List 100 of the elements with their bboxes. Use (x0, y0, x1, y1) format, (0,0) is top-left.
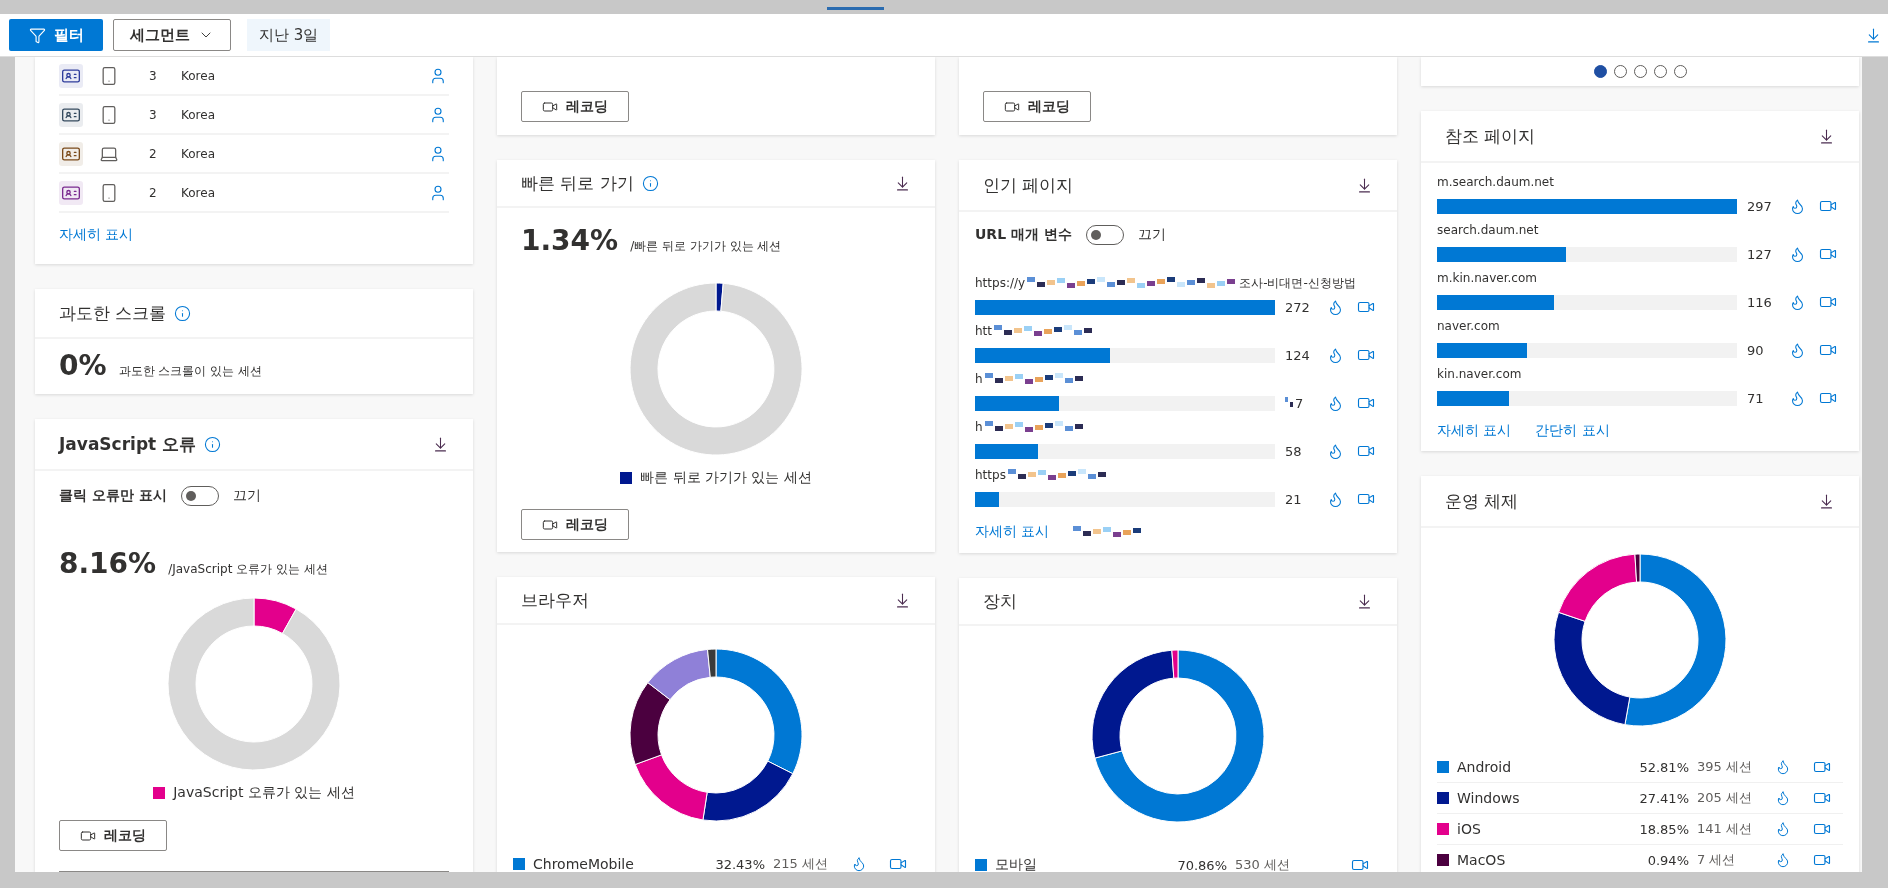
session-count: 3 (149, 107, 158, 122)
toggle-switch[interactable] (180, 486, 219, 506)
share-value: 18.85% (1638, 821, 1689, 837)
referrer-name: naver.com (1437, 319, 1500, 333)
flame-icon[interactable] (1789, 389, 1806, 407)
carousel-dot[interactable] (1613, 65, 1627, 78)
card-title: 브라우저 (521, 588, 589, 612)
share-value: 52.81% (1638, 759, 1689, 775)
flame-icon[interactable] (1775, 852, 1791, 868)
visit-count: 71 (1747, 390, 1764, 406)
legend-label: 모바일 (995, 856, 1038, 872)
person-icon[interactable] (429, 66, 447, 85)
info-icon[interactable] (641, 174, 659, 192)
flame-icon[interactable] (1775, 759, 1791, 775)
flame-icon[interactable] (1789, 245, 1806, 263)
visit-count: 21 (1285, 491, 1302, 507)
download-icon[interactable] (432, 435, 449, 453)
flame-icon[interactable] (851, 856, 867, 872)
legend-label: JavaScript 오류가 있는 세션 (173, 784, 355, 802)
carousel-dot[interactable] (1593, 65, 1607, 78)
recording-button[interactable]: 레코딩 (521, 91, 629, 122)
info-icon[interactable] (174, 304, 192, 322)
person-icon[interactable] (429, 105, 447, 124)
flame-icon[interactable] (1789, 197, 1806, 215)
flame-icon[interactable] (1789, 341, 1806, 359)
toggle-switch[interactable] (1085, 225, 1124, 245)
session-count: 2 (149, 146, 158, 161)
session-count: 215 세션 (773, 855, 829, 872)
country: Korea (181, 68, 217, 83)
flame-icon[interactable] (1327, 394, 1344, 412)
visit-count: 297 (1747, 198, 1772, 214)
session-count: 3 (149, 68, 158, 83)
flame-icon[interactable] (1327, 298, 1344, 316)
session-count: 205 세션 (1697, 789, 1753, 807)
metric-value: 0% (59, 349, 107, 382)
carousel-dot[interactable] (1653, 65, 1667, 78)
metric-value: 1.34% (521, 224, 619, 257)
recording-button[interactable]: 레코딩 (59, 820, 167, 851)
show-more-link[interactable]: 자세히 표시 (975, 523, 1050, 541)
download-icon[interactable] (1356, 176, 1373, 194)
card-title: 참조 페이지 (1445, 124, 1536, 148)
show-more-link[interactable]: 자세히 표시 (1437, 422, 1512, 440)
toggle-state: 끄기 (232, 487, 261, 505)
legend-label: iOS (1457, 821, 1482, 837)
country: Korea (181, 107, 217, 122)
visit-count: 90 (1747, 342, 1764, 358)
flame-icon[interactable] (1775, 821, 1791, 837)
page-url: 조사-비대면-신청방법 (1239, 274, 1356, 292)
flame-icon[interactable] (1327, 346, 1344, 364)
flame-icon[interactable] (1327, 490, 1344, 508)
page-url: https (975, 468, 1006, 482)
flame-icon[interactable] (1789, 293, 1806, 311)
legend-label: MacOS (1457, 852, 1507, 868)
download-icon[interactable] (1356, 592, 1373, 610)
country: Korea (181, 185, 217, 200)
referrer-name: m.kin.naver.com (1437, 271, 1537, 285)
scroll-indicator (827, 7, 884, 10)
legend-label: ChromeMobile (533, 856, 635, 872)
recording-button[interactable]: 레코딩 (983, 91, 1091, 122)
legend-label: 빠른 뒤로 가기가 있는 세션 (640, 469, 812, 487)
carousel-dot[interactable] (1673, 65, 1687, 78)
card-title: 장치 (983, 589, 1017, 613)
download-icon[interactable] (894, 591, 911, 609)
download-icon[interactable] (1818, 127, 1835, 145)
session-count: 530 세션 (1235, 856, 1291, 872)
share-value: 0.94% (1646, 852, 1689, 868)
session-count: 141 세션 (1697, 820, 1753, 838)
metric-caption: /JavaScript 오류가 있는 세션 (168, 561, 328, 578)
visit-count: 116 (1747, 294, 1772, 310)
referrer-name: m.search.daum.net (1437, 175, 1554, 189)
share-value: 32.43% (714, 856, 765, 872)
download-icon[interactable] (1818, 492, 1835, 510)
person-icon[interactable] (429, 144, 447, 163)
referrer-name: search.daum.net (1437, 223, 1539, 237)
filter-button[interactable]: 필터 (9, 19, 103, 51)
flame-icon[interactable] (1775, 790, 1791, 806)
card-title: 과도한 스크롤 (59, 301, 167, 325)
person-icon[interactable] (429, 183, 447, 202)
segment-dropdown[interactable]: 세그먼트 (113, 19, 231, 51)
country: Korea (181, 146, 217, 161)
info-icon[interactable] (204, 435, 222, 453)
session-count: 2 (149, 185, 158, 200)
card-title: 인기 페이지 (983, 173, 1074, 197)
visit-count: 127 (1747, 246, 1772, 262)
session-count: 7 세션 (1697, 851, 1737, 869)
date-range-chip[interactable]: 지난 3일 (247, 19, 331, 51)
visit-count: 124 (1285, 347, 1310, 363)
show-more-link[interactable]: 자세히 표시 (59, 226, 134, 244)
referrer-name: kin.naver.com (1437, 367, 1522, 381)
card-title: 운영 체제 (1445, 489, 1519, 513)
filter-icon (28, 26, 46, 44)
page-url: https://y (975, 276, 1026, 290)
download-icon[interactable] (894, 174, 911, 192)
show-more-link[interactable]: 간단히 표시 (1535, 422, 1610, 440)
carousel-dot[interactable] (1633, 65, 1647, 78)
flame-icon[interactable] (1327, 442, 1344, 460)
recording-button[interactable]: 레코딩 (521, 509, 629, 540)
card-title: 빠른 뒤로 가기 (521, 171, 634, 195)
page-url: h (975, 420, 983, 434)
metric-value: 8.16% (59, 547, 157, 580)
